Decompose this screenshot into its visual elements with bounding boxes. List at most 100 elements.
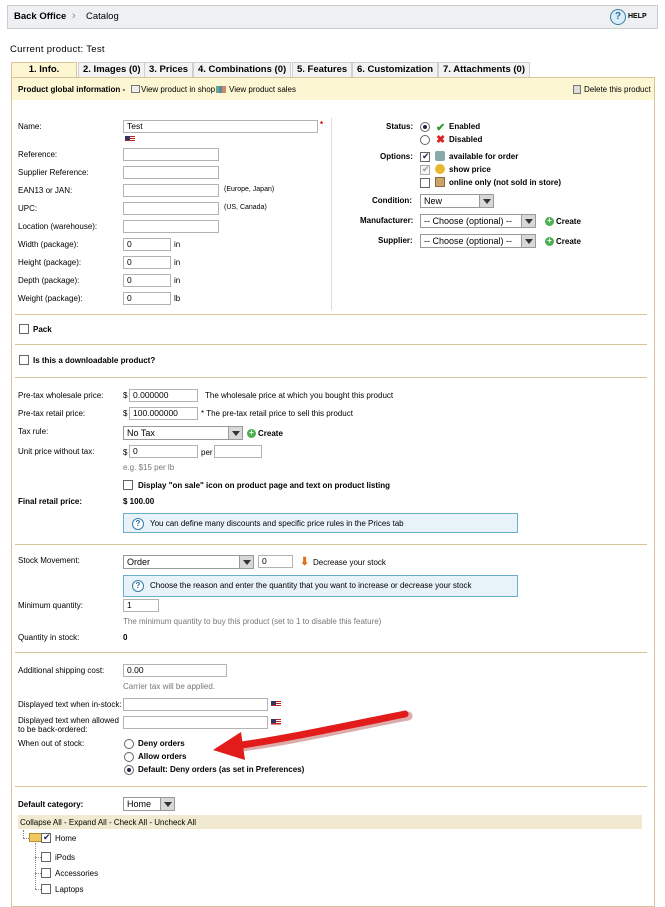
ean-input[interactable] xyxy=(123,184,219,197)
supplier-select[interactable]: -- Choose (optional) -- xyxy=(420,234,536,248)
pack-checkbox[interactable] xyxy=(19,324,29,334)
column-divider xyxy=(331,118,332,310)
breadcrumb-root[interactable]: Back Office xyxy=(14,11,66,22)
help-question-icon: ? xyxy=(132,580,144,592)
category-laptops-label[interactable]: Laptops xyxy=(55,885,83,894)
view-sales-link[interactable]: View product sales xyxy=(229,85,296,94)
required-marker: * xyxy=(320,120,324,129)
trash-icon[interactable] xyxy=(573,85,581,94)
depth-label: Depth (package): xyxy=(18,276,80,285)
unit-price-input[interactable]: 0 xyxy=(129,445,198,458)
height-input[interactable]: 0 xyxy=(123,256,171,269)
category-ipods-checkbox[interactable] xyxy=(41,852,51,862)
downloadable-checkbox[interactable] xyxy=(19,355,29,365)
supplier-reference-input[interactable] xyxy=(123,166,219,179)
status-disabled-label: Disabled xyxy=(449,135,483,144)
allow-orders-radio[interactable] xyxy=(124,752,134,762)
category-accessories-label[interactable]: Accessories xyxy=(55,869,98,878)
deny-orders-label: Deny orders xyxy=(138,739,185,748)
weight-input[interactable]: 0 xyxy=(123,292,171,305)
view-shop-icon xyxy=(131,85,140,93)
tab-info[interactable]: 1. Info. xyxy=(11,62,77,78)
category-laptops-checkbox[interactable] xyxy=(41,884,51,894)
reference-input[interactable] xyxy=(123,148,219,161)
downloadable-label: Is this a downloadable product? xyxy=(33,356,156,365)
coins-icon xyxy=(435,164,445,174)
category-ipods-label[interactable]: iPods xyxy=(55,853,75,862)
stock-movement-select[interactable]: Order xyxy=(123,555,254,569)
tab-images[interactable]: 2. Images (0) xyxy=(78,62,146,77)
wholesale-price-input[interactable]: 0.000000 xyxy=(129,389,198,402)
add-supplier-icon[interactable]: + xyxy=(545,237,554,246)
allow-orders-label: Allow orders xyxy=(138,752,187,761)
help-label[interactable]: HELP xyxy=(628,13,647,20)
retail-price-label: Pre-tax retail price: xyxy=(18,409,86,418)
us-flag-icon[interactable] xyxy=(125,136,135,143)
depth-input[interactable]: 0 xyxy=(123,274,171,287)
separator xyxy=(15,314,647,315)
pack-label: Pack xyxy=(33,325,52,334)
view-in-shop-link[interactable]: View product in shop - xyxy=(141,85,220,94)
breadcrumb: Back Office › Catalog ? HELP xyxy=(7,5,658,29)
width-input[interactable]: 0 xyxy=(123,238,171,251)
tab-attachments[interactable]: 7. Attachments (0) xyxy=(438,62,530,77)
separator xyxy=(15,377,647,378)
default-category-label: Default category: xyxy=(18,800,84,809)
stock-quantity-input[interactable]: 0 xyxy=(258,555,293,568)
upc-input[interactable] xyxy=(123,202,219,215)
breadcrumb-current[interactable]: Catalog xyxy=(86,11,119,22)
category-accessories-checkbox[interactable] xyxy=(41,868,51,878)
unit-price-hint: e.g. $15 per lb xyxy=(123,463,175,472)
category-home-label[interactable]: Home xyxy=(55,834,76,843)
width-unit: in xyxy=(174,240,181,249)
delete-product-link[interactable]: Delete this product xyxy=(584,85,651,94)
manufacturer-select[interactable]: -- Choose (optional) -- xyxy=(420,214,536,228)
reference-label: Reference: xyxy=(18,150,58,159)
annotation-arrow-icon xyxy=(213,710,413,760)
show-price-checkbox[interactable]: ✔ xyxy=(420,164,430,175)
tab-combinations[interactable]: 4. Combinations (0) xyxy=(193,62,292,77)
name-input[interactable]: Test xyxy=(123,120,318,133)
status-enabled-radio[interactable] xyxy=(420,122,430,132)
name-label: Name: xyxy=(18,122,42,131)
form-header-title: Product global information - xyxy=(18,85,126,94)
online-only-checkbox[interactable] xyxy=(420,178,430,188)
depth-unit: in xyxy=(174,276,181,285)
category-home-checkbox[interactable]: ✔ xyxy=(41,832,51,843)
default-orders-radio[interactable] xyxy=(124,765,134,775)
additional-shipping-label: Additional shipping cost: xyxy=(18,666,105,675)
condition-select[interactable]: New xyxy=(420,194,494,208)
deny-orders-radio[interactable] xyxy=(124,739,134,749)
add-manufacturer-icon[interactable]: + xyxy=(545,217,554,226)
create-supplier-link[interactable]: Create xyxy=(556,237,581,246)
tree-actions[interactable]: Collapse All - Expand All - Check All - … xyxy=(20,818,196,827)
tab-prices[interactable]: 3. Prices xyxy=(144,62,194,77)
currency-symbol: $ xyxy=(123,409,128,418)
help-icon[interactable]: ? xyxy=(610,9,626,25)
prices-info-box: ? You can define many discounts and spec… xyxy=(123,513,518,533)
default-category-select[interactable]: Home xyxy=(123,797,175,811)
on-sale-checkbox[interactable] xyxy=(123,480,133,490)
height-label: Height (package): xyxy=(18,258,82,267)
min-quantity-label: Minimum quantity: xyxy=(18,601,83,610)
available-for-order-checkbox[interactable]: ✔ xyxy=(420,151,430,162)
width-label: Width (package): xyxy=(18,240,79,249)
cart-icon xyxy=(435,151,445,161)
condition-label: Condition: xyxy=(372,196,412,205)
retail-price-input[interactable]: 100.000000 xyxy=(129,407,198,420)
tree-line xyxy=(23,830,24,838)
status-disabled-radio[interactable] xyxy=(420,135,430,145)
default-orders-label: Default: Deny orders (as set in Preferen… xyxy=(138,765,305,774)
create-manufacturer-link[interactable]: Create xyxy=(556,217,581,226)
tax-rule-select[interactable]: No Tax xyxy=(123,426,243,440)
min-quantity-input[interactable]: 1 xyxy=(123,599,159,612)
tab-features[interactable]: 5. Features xyxy=(292,62,353,77)
tab-customization[interactable]: 6. Customization xyxy=(352,62,439,77)
ean-label: EAN13 or JAN: xyxy=(18,186,73,195)
tree-line xyxy=(35,843,36,889)
create-tax-rule-link[interactable]: Create xyxy=(258,429,283,438)
location-input[interactable] xyxy=(123,220,219,233)
additional-shipping-input[interactable]: 0.00 xyxy=(123,664,227,677)
unit-input[interactable] xyxy=(214,445,262,458)
add-tax-rule-icon[interactable]: + xyxy=(247,429,256,438)
